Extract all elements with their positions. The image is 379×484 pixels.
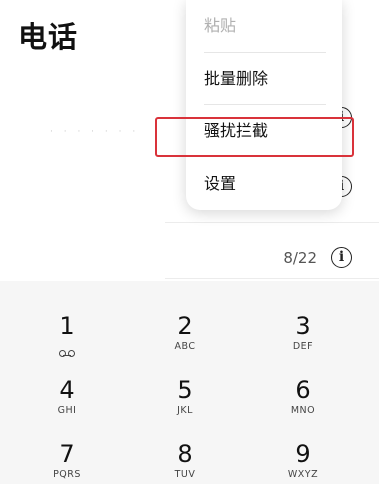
key-7[interactable]: 7 PQRS [4, 409, 130, 480]
call-entry-name: · · · · · · · · · [50, 127, 140, 137]
key-digit: 5 [177, 376, 193, 404]
info-icon[interactable]: i [331, 247, 352, 268]
key-digit: 7 [59, 440, 75, 468]
divider [165, 278, 379, 279]
call-count-label: 8/22 [283, 249, 317, 267]
page-title: 电话 [18, 20, 79, 54]
key-2[interactable]: 2 ABC [122, 281, 248, 352]
dial-keypad: 1 2 ABC 3 DEF 4 GHI 5 JKL 6 MNO 7 PQRS 8… [0, 281, 379, 484]
menu-item-paste[interactable]: 粘贴 [204, 0, 324, 52]
key-digit: 2 [177, 312, 193, 340]
key-digit: 6 [295, 376, 311, 404]
key-digit: 3 [295, 312, 311, 340]
key-3[interactable]: 3 DEF [240, 281, 366, 352]
key-letters: TUV [174, 469, 196, 480]
key-digit: 9 [295, 440, 311, 468]
key-1[interactable]: 1 [4, 281, 130, 357]
menu-item-batch-delete[interactable]: 批量删除 [204, 53, 324, 105]
menu-item-settings[interactable]: 设置 [204, 158, 324, 210]
key-6[interactable]: 6 MNO [240, 345, 366, 416]
key-digit: 4 [59, 376, 75, 404]
menu-item-harassment-block[interactable]: 骚扰拦截 [204, 105, 324, 157]
key-letters: WXYZ [287, 469, 319, 480]
key-5[interactable]: 5 JKL [122, 345, 248, 416]
key-digit: 1 [59, 312, 75, 340]
key-9[interactable]: 9 WXYZ [240, 409, 366, 480]
key-digit: 8 [177, 440, 193, 468]
key-4[interactable]: 4 GHI [4, 345, 130, 416]
context-menu: 粘贴 批量删除 骚扰拦截 设置 [186, 0, 342, 210]
key-letters: PQRS [53, 469, 81, 480]
divider [165, 222, 379, 223]
key-8[interactable]: 8 TUV [122, 409, 248, 480]
